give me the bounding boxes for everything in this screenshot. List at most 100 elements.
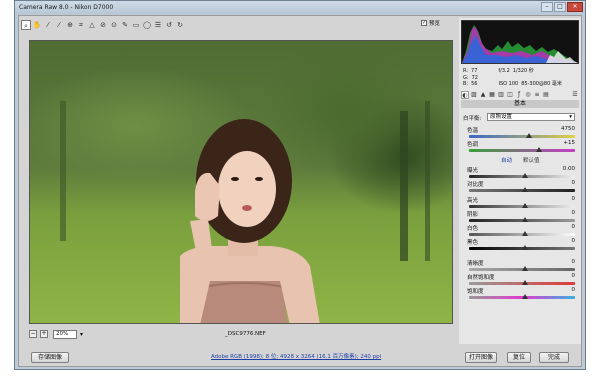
clarity-slider[interactable] bbox=[469, 266, 575, 271]
close-button[interactable]: ✕ bbox=[567, 2, 583, 12]
clarity-label: 清晰度 bbox=[467, 261, 484, 267]
tint-value[interactable]: +15 bbox=[553, 140, 575, 146]
workflow-options-link[interactable]: Adobe RGB (1998); 8 位; 4928 x 3264 (16.1… bbox=[211, 352, 381, 360]
save-image-button[interactable]: 存储图像 bbox=[31, 352, 69, 363]
zoom-icon[interactable]: ⌕ bbox=[21, 20, 31, 30]
footer-bar: 存储图像 Adobe RGB (1998); 8 位; 4928 x 3264 … bbox=[19, 346, 581, 366]
zoom-in-button[interactable]: + bbox=[40, 330, 48, 338]
shadows-slider[interactable] bbox=[469, 217, 575, 222]
whites-value[interactable]: 0 bbox=[553, 224, 576, 230]
highlights-label: 高光 bbox=[467, 198, 479, 204]
shadows-value[interactable]: 0 bbox=[553, 210, 576, 216]
iso: ISO 100 bbox=[498, 81, 519, 87]
blacks-slider[interactable] bbox=[469, 245, 575, 250]
panel-menu-icon[interactable]: ☰ bbox=[571, 91, 579, 99]
reset-button[interactable]: 复位 bbox=[507, 352, 531, 363]
tab-basic-icon[interactable]: ◐ bbox=[461, 90, 469, 99]
saturation-value[interactable]: 0 bbox=[553, 287, 576, 293]
blacks-value[interactable]: 0 bbox=[553, 238, 576, 244]
slider-thumb[interactable] bbox=[522, 231, 528, 236]
tab-detail-icon[interactable]: ▲ bbox=[479, 91, 487, 99]
white-balance-icon[interactable]: ⁄ bbox=[43, 20, 53, 30]
default-link[interactable]: 默认值 bbox=[523, 156, 540, 164]
tab-effects-icon[interactable]: ƒ bbox=[515, 91, 523, 99]
image-preview[interactable] bbox=[29, 40, 453, 324]
shadows-label: 阴影 bbox=[467, 212, 479, 218]
slider-thumb[interactable] bbox=[526, 133, 533, 138]
tab-camera-calibration-icon[interactable]: ◎ bbox=[524, 91, 532, 99]
contrast-slider[interactable] bbox=[469, 187, 575, 192]
tab-lens-icon[interactable]: ◫ bbox=[506, 91, 514, 99]
saturation-slider[interactable] bbox=[469, 294, 575, 299]
graduated-filter-icon[interactable]: ▭ bbox=[131, 20, 141, 30]
tab-split-toning-icon[interactable]: ▥ bbox=[497, 91, 505, 99]
blacks-label: 黑色 bbox=[467, 240, 479, 246]
rotate-left-icon[interactable]: ↺ bbox=[164, 20, 174, 30]
highlights-value[interactable]: 0 bbox=[553, 196, 576, 202]
exposure-label: 曝光 bbox=[467, 168, 479, 174]
adjustment-panel: R: 77 f/3.2 1/320 秒 G: 72 B: 56 ISO 100 … bbox=[459, 18, 581, 344]
shutter: 1/320 秒 bbox=[512, 68, 534, 74]
whites-slider[interactable] bbox=[469, 231, 575, 236]
tab-presets-icon[interactable]: ≡ bbox=[533, 91, 541, 99]
slider-thumb[interactable] bbox=[522, 203, 528, 208]
tab-snapshots-icon[interactable]: ▤ bbox=[542, 91, 550, 99]
preferences-icon[interactable]: ☰ bbox=[153, 20, 163, 30]
color-sampler-icon[interactable]: ⁄ bbox=[54, 20, 64, 30]
vibrance-value[interactable]: 0 bbox=[553, 273, 576, 279]
maximize-button[interactable]: □ bbox=[554, 2, 566, 12]
preview-checkbox[interactable]: ✓ 预览 bbox=[421, 19, 440, 27]
auto-link[interactable]: 自动 bbox=[501, 156, 512, 164]
slider-thumb[interactable] bbox=[522, 294, 528, 299]
tab-tone-curve-icon[interactable]: ▨ bbox=[470, 91, 478, 99]
contrast-label: 对比度 bbox=[467, 182, 484, 188]
exposure-slider[interactable] bbox=[469, 173, 575, 178]
straighten-icon[interactable]: △ bbox=[87, 20, 97, 30]
chevron-down-icon[interactable]: ▾ bbox=[80, 331, 83, 338]
hand-icon[interactable]: ✋ bbox=[32, 20, 42, 30]
white-balance-value: 原照设置 bbox=[490, 114, 513, 120]
saturation-label: 饱和度 bbox=[467, 289, 484, 295]
zoom-out-button[interactable]: − bbox=[29, 330, 37, 338]
b-value: 56 bbox=[471, 81, 478, 87]
window-title: Camera Raw 8.0 - Nikon D7000 bbox=[19, 4, 114, 11]
exposure-value[interactable]: 0.00 bbox=[553, 166, 575, 172]
panel-tabs: ◐ ▨ ▲ ▦ ▥ ◫ ƒ ◎ ≡ ▤ ☰ bbox=[461, 90, 579, 99]
white-balance-select[interactable]: 原照设置 ▾ bbox=[487, 113, 575, 121]
tint-label: 色调 bbox=[467, 142, 479, 148]
slider-thumb[interactable] bbox=[522, 173, 528, 178]
slider-thumb[interactable] bbox=[522, 266, 528, 271]
panel-title: 基本 bbox=[461, 100, 579, 108]
camera-readout: R: 77 f/3.2 1/320 秒 G: 72 B: 56 ISO 100 … bbox=[463, 68, 579, 88]
spot-removal-icon[interactable]: ⊘ bbox=[98, 20, 108, 30]
checkbox-checked-icon[interactable]: ✓ bbox=[421, 20, 427, 26]
contrast-value[interactable]: 0 bbox=[553, 180, 576, 186]
adjustment-brush-icon[interactable]: ✎ bbox=[120, 20, 130, 30]
tint-slider[interactable] bbox=[469, 147, 575, 152]
slider-thumb[interactable] bbox=[522, 187, 528, 192]
zoom-select[interactable]: 20% bbox=[53, 329, 77, 339]
open-image-button[interactable]: 打开图像 bbox=[465, 352, 497, 363]
radial-filter-icon[interactable]: ◯ bbox=[142, 20, 152, 30]
slider-thumb[interactable] bbox=[522, 217, 528, 222]
done-button[interactable]: 完成 bbox=[539, 352, 569, 363]
slider-thumb[interactable] bbox=[522, 280, 528, 285]
temperature-value[interactable]: 4750 bbox=[553, 126, 575, 132]
rotate-right-icon[interactable]: ↻ bbox=[175, 20, 185, 30]
window-controls: – □ ✕ bbox=[541, 2, 583, 12]
highlights-slider[interactable] bbox=[469, 203, 575, 208]
vibrance-slider[interactable] bbox=[469, 280, 575, 285]
slider-thumb[interactable] bbox=[535, 147, 542, 152]
chevron-down-icon: ▾ bbox=[569, 114, 572, 120]
portrait-photo bbox=[60, 101, 430, 323]
slider-thumb[interactable] bbox=[522, 245, 528, 250]
target-adjust-icon[interactable]: ⊕ bbox=[65, 20, 75, 30]
clarity-value[interactable]: 0 bbox=[553, 259, 576, 265]
minimize-button[interactable]: – bbox=[541, 2, 553, 12]
vibrance-label: 自然饱和度 bbox=[467, 275, 495, 281]
tab-hsl-icon[interactable]: ▦ bbox=[488, 91, 496, 99]
crop-icon[interactable]: ⌗ bbox=[76, 20, 86, 30]
white-balance-label: 白平衡: bbox=[463, 116, 482, 122]
red-eye-icon[interactable]: ⊙ bbox=[109, 20, 119, 30]
temperature-slider[interactable] bbox=[469, 133, 575, 138]
